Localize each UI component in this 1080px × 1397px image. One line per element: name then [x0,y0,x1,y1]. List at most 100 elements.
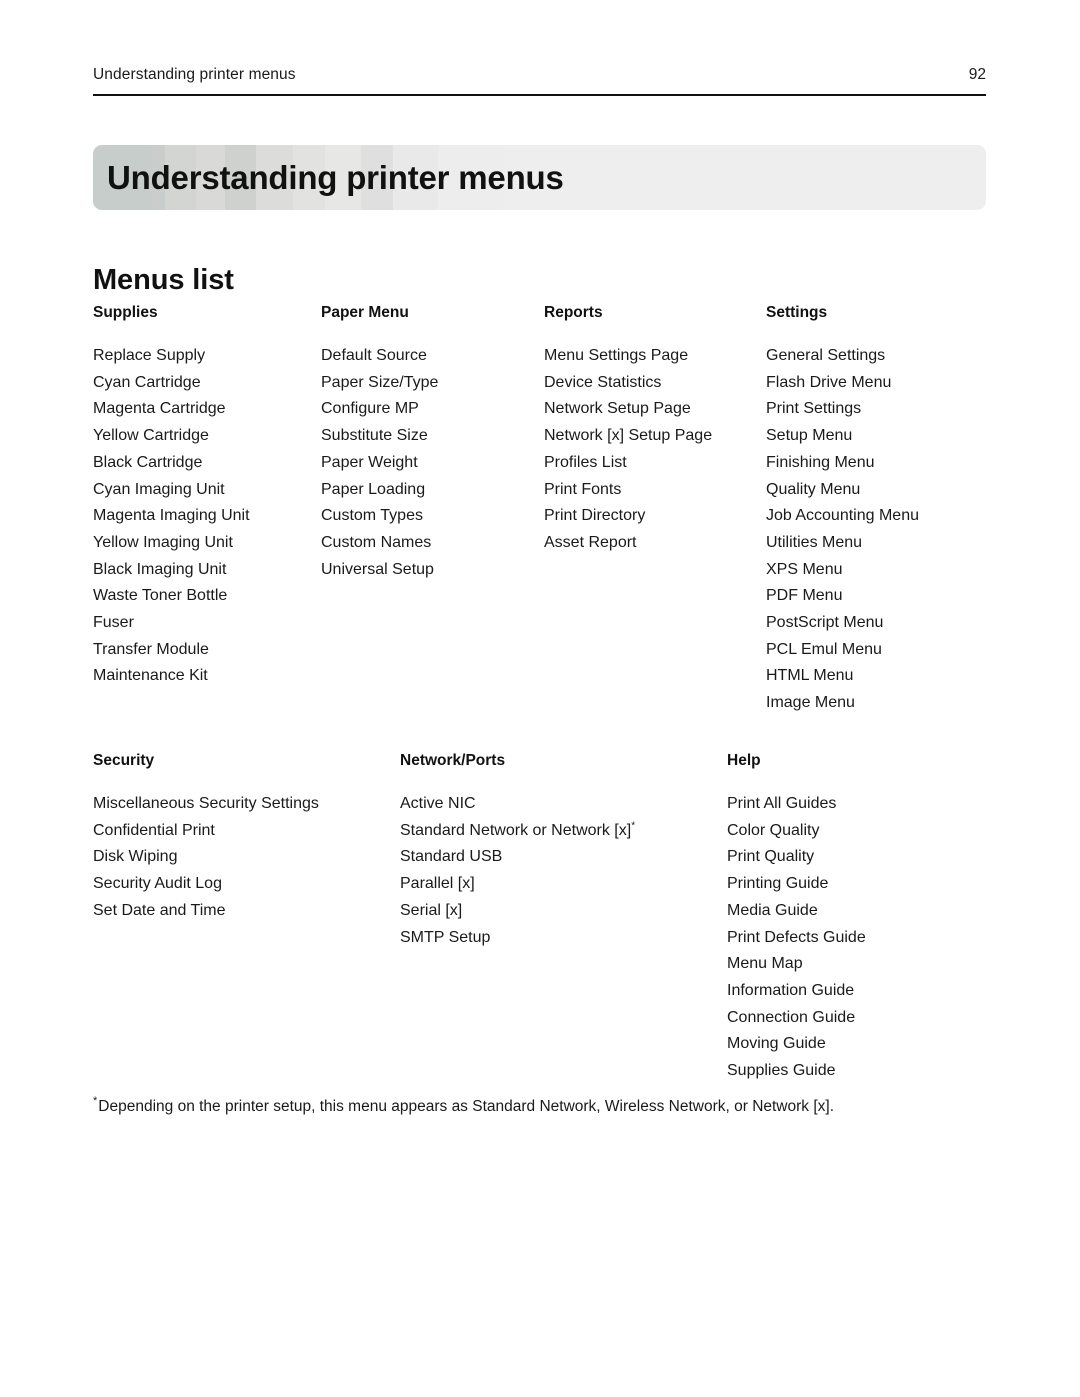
menu-item-label: HTML Menu [766,667,854,685]
menu-item-label: Menu Settings Page [544,347,689,364]
menu-item-label: Security Audit Log [93,875,222,893]
menu-column-title: Network/Ports [400,752,506,769]
menu-item: PostScript Menu [766,610,976,637]
menu-item: Asset Report [544,530,756,557]
menu-item: Set Date and Time [93,898,390,925]
section-heading: Menus list [93,264,234,297]
chapter-title: Understanding printer menus [107,158,564,196]
menu-column-title: Paper Menu [321,304,409,321]
menu-item-label: Substitute Size [321,427,428,445]
menu-item-label: Maintenance Kit [93,667,208,685]
menu-item-label: Set Date and Time [93,901,226,919]
menu-item-label: Quality Menu [766,480,861,498]
menu-item: Profiles List [544,450,756,477]
menu-item: Print Directory [544,503,756,530]
menu-item-label: Custom Types [321,507,423,525]
menu-item: Image Menu [766,690,976,717]
menu-item: Menu Map [727,951,976,978]
menu-item: XPS Menu [766,557,976,584]
menu-item: Security Audit Log [93,871,390,898]
menu-item: Substitute Size [321,423,534,450]
menu-item-label: Standard USB [400,848,503,866]
menu-item: Fuser [93,610,311,637]
menu-item-label: Paper Loading [321,480,426,498]
menu-item: Print Fonts [544,477,756,504]
menu-item-label: Paper Weight [321,453,418,471]
menu-item: Paper Size/Type [321,370,534,397]
menu-item-label: Fuser [93,614,134,632]
menu-item-label: Print Fonts [544,480,622,498]
page-number: 92 [968,66,986,83]
menu-item-label: Disk Wiping [93,848,178,866]
menu-item-label: Waste Toner Bottle [93,587,228,605]
menu-item-label: Connection Guide [727,1008,856,1026]
menu-item: Utilities Menu [766,530,976,557]
menu-item-label: Job Accounting Menu [766,507,919,525]
menu-item-label: Magenta Imaging Unit [93,507,250,525]
menu-item: Moving Guide [727,1031,976,1058]
menu-item-list: Menu Settings Page Device Statistics Netwo… [544,343,756,557]
menu-item: Information Guide [727,978,976,1005]
menu-item: Confidential Print [93,818,390,845]
menu-column-title: Reports [544,304,603,321]
menu-item: PCL Emul Menu [766,637,976,664]
menu-item: Active NIC [400,791,717,818]
menu-item: Magenta Cartridge [93,396,311,423]
menu-column-supplies: Supplies Replace Supply Cyan Cartridge Mage… [93,303,321,717]
menu-item-label: Image Menu [766,694,855,712]
menu-item-label: Yellow Imaging Unit [93,533,233,551]
menu-item: PDF Menu [766,583,976,610]
menu-item-label: PDF Menu [766,587,843,605]
menu-item-label: Print Settings [766,400,862,418]
menu-item-label: Replace Supply [93,347,206,364]
menu-item-label: Asset Report [544,533,637,551]
menu-item: Maintenance Kit [93,663,311,690]
menu-item-label: Default Source [321,347,427,364]
menu-item-label: Utilities Menu [766,533,863,551]
menu-item-label: Active NIC [400,795,476,812]
menu-item-label: Information Guide [727,981,855,999]
menu-item: Parallel [x] [400,871,717,898]
menu-item-label: XPS Menu [766,560,843,578]
menu-item: Print All Guides [727,791,976,818]
menu-column-security: Security Miscellaneous Security Settings C… [93,751,400,1085]
menu-item-label: Profiles List [544,453,627,471]
menu-item: Printing Guide [727,871,976,898]
running-header-title: Understanding printer menus [93,66,296,83]
menu-item-label: Color Quality [727,821,820,839]
menu-item: Miscellaneous Security Settings [93,791,390,818]
menu-column-title: Security [93,752,155,769]
menu-item: Flash Drive Menu [766,370,976,397]
menu-column-title: Settings [766,304,828,321]
menu-item-label: Serial [x] [400,901,463,919]
menu-item: Paper Loading [321,477,534,504]
menu-item: Cyan Imaging Unit [93,477,311,504]
menu-item-label: Network [x] Setup Page [544,427,713,445]
menu-item: Print Defects Guide [727,925,976,952]
menu-item-label: Black Imaging Unit [93,560,227,578]
menu-item: HTML Menu [766,663,976,690]
menu-item-label: Confidential Print [93,821,215,839]
menu-item: Supplies Guide [727,1058,976,1085]
menu-item: Transfer Module [93,637,311,664]
menu-item-label: Setup Menu [766,427,853,445]
menu-item-list: General Settings Flash Drive Menu Print Se… [766,343,976,717]
menu-column-title: Help [727,752,761,769]
menu-item: Menu Settings Page [544,343,756,370]
menu-item-label: Print Quality [727,848,815,866]
menu-item-label: Transfer Module [93,640,209,658]
menu-item-label: SMTP Setup [400,928,491,946]
menu-item: Custom Types [321,503,534,530]
footnote-text: Depending on the printer setup, this men… [98,1097,835,1115]
menu-item: Quality Menu [766,477,976,504]
menu-item-label: Menu Map [727,955,803,973]
menu-item: Custom Names [321,530,534,557]
menu-item: Device Statistics [544,370,756,397]
menu-item: Media Guide [727,898,976,925]
menu-item: Black Imaging Unit [93,557,311,584]
menu-item: Setup Menu [766,423,976,450]
menu-item: Magenta Imaging Unit [93,503,311,530]
menu-item: Cyan Cartridge [93,370,311,397]
menu-item: Disk Wiping [93,844,390,871]
menu-item-label: Network Setup Page [544,400,691,418]
